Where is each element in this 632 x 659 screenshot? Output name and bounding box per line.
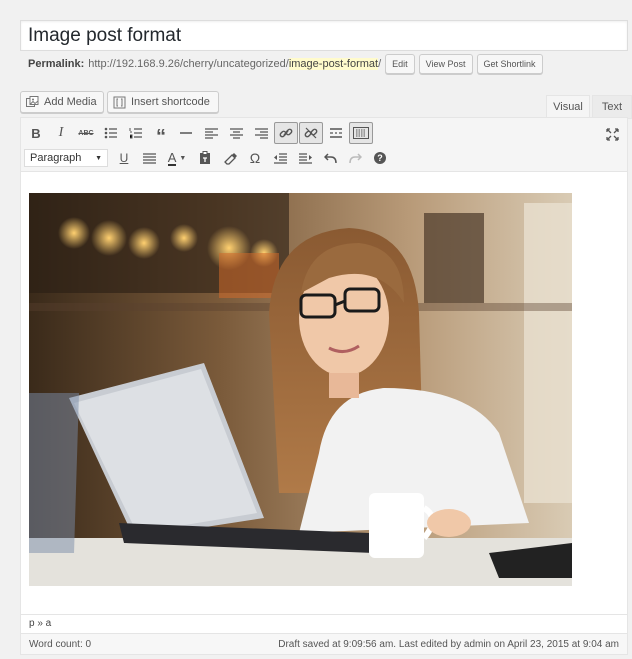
strikethrough-icon[interactable]: ABC [74,122,98,144]
post-editor: B I ABC “ Paragraph ▼ U A ▼ Ω ? p » a Wo… [20,117,628,655]
view-post-button[interactable]: View Post [418,54,473,74]
media-icon [26,95,39,109]
toolbar-toggle-icon[interactable] [349,122,373,144]
insert-shortcode-label: Insert shortcode [131,96,210,108]
format-select[interactable]: Paragraph ▼ [24,149,108,167]
editor-footer: Word count: 0 Draft saved at 9:09:56 am.… [21,633,627,654]
remove-link-icon[interactable] [299,122,323,144]
chevron-down-icon: ▼ [95,154,102,162]
tab-visual[interactable]: Visual [546,95,590,119]
align-right-icon[interactable] [249,122,273,144]
numbered-list-icon[interactable] [124,122,148,144]
toolbar-row-1: B I ABC “ [24,121,374,147]
fullscreen-icon[interactable] [600,123,624,145]
permalink-base: http://192.168.9.26/cherry/uncategorized… [88,58,289,70]
align-center-icon[interactable] [224,122,248,144]
shortcode-icon [113,96,126,109]
editor-content[interactable] [21,172,627,614]
paste-as-text-icon[interactable] [193,147,217,169]
permalink-bar: Permalink: http://192.168.9.26/cherry/un… [28,54,543,74]
justify-icon[interactable] [137,147,161,169]
blockquote-icon[interactable]: “ [149,122,173,147]
underline-icon[interactable]: U [112,147,136,169]
bulleted-list-icon[interactable] [99,122,123,144]
tab-text[interactable]: Text [592,95,632,119]
editor-toolbar: B I ABC “ Paragraph ▼ U A ▼ Ω ? [21,118,627,172]
insert-shortcode-button[interactable]: Insert shortcode [107,91,219,113]
help-icon[interactable]: ? [368,147,392,169]
horizontal-rule-icon[interactable] [174,122,198,144]
format-select-value: Paragraph [30,152,82,164]
read-more-icon[interactable] [324,122,348,144]
add-media-label: Add Media [44,96,97,108]
align-left-icon[interactable] [199,122,223,144]
permalink-label: Permalink: [28,58,85,70]
bold-icon[interactable]: B [24,122,48,144]
word-count: Word count: 0 [29,638,92,650]
element-path: p » a [21,614,627,632]
add-media-button[interactable]: Add Media [20,91,104,113]
post-title-field[interactable] [20,20,628,51]
toolbar-row-2: Paragraph ▼ U A ▼ Ω ? [24,146,393,170]
undo-icon[interactable] [318,147,342,169]
special-character-icon[interactable]: Ω [243,147,267,169]
edit-permalink-button[interactable]: Edit [385,54,415,74]
indent-icon[interactable] [293,147,317,169]
get-shortlink-button[interactable]: Get Shortlink [476,54,543,74]
post-image[interactable] [29,193,572,586]
redo-icon[interactable] [343,147,367,169]
permalink-trailing: / [378,58,382,70]
text-color-icon[interactable]: A ▼ [162,147,192,169]
post-title-input[interactable] [21,21,625,50]
draft-status: Draft saved at 9:09:56 am. Last edited b… [278,638,619,650]
clear-formatting-icon[interactable] [218,147,242,169]
permalink-slug[interactable]: image-post-format [288,58,379,70]
italic-icon[interactable]: I [49,122,73,144]
outdent-icon[interactable] [268,147,292,169]
insert-link-icon[interactable] [274,122,298,144]
